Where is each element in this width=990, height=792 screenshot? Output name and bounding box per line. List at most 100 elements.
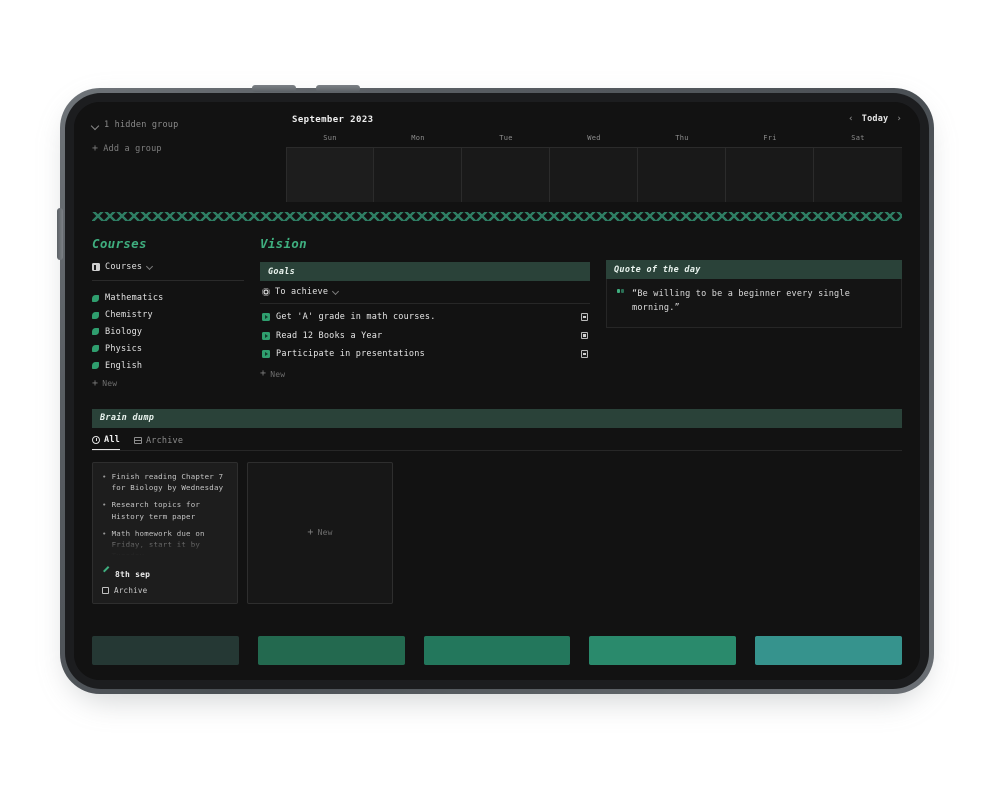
tablet-device: 1 hidden group + Add a group September 2… <box>60 88 934 694</box>
course-label: Chemistry <box>105 310 153 320</box>
sidebar-item-biology[interactable]: Biology <box>92 324 244 341</box>
course-label: English <box>105 361 142 371</box>
leaf-icon <box>92 328 99 335</box>
note-bullet: • Research topics for History term paper <box>102 499 228 522</box>
note-archive-label: Archive <box>114 586 147 595</box>
courses-sidebar: Courses Courses Mathematics Chem <box>92 236 244 389</box>
tile-habit-tracker[interactable] <box>589 636 736 665</box>
tab-archive-label: Archive <box>146 436 183 446</box>
goal-icon <box>262 313 270 321</box>
archive-checkbox[interactable] <box>102 587 109 594</box>
calendar-cells <box>286 147 902 202</box>
courses-database-label: Courses <box>105 262 142 272</box>
tile-study-sessions[interactable] <box>258 636 405 665</box>
calendar-left-controls: 1 hidden group + Add a group <box>92 120 178 168</box>
goal-checkbox[interactable] <box>581 313 589 321</box>
goals-view-selector[interactable]: To achieve <box>260 281 590 304</box>
archive-icon <box>134 437 142 444</box>
tablet-screen: 1 hidden group + Add a group September 2… <box>74 102 920 680</box>
power-button[interactable] <box>57 208 63 260</box>
volume-up-button[interactable] <box>252 85 296 92</box>
calendar-month-title: September 2023 <box>292 115 373 125</box>
sidebar-item-mathematics[interactable]: Mathematics <box>92 290 244 307</box>
goal-checkbox[interactable] <box>581 350 589 358</box>
tile-assignments[interactable] <box>424 636 571 665</box>
goals-list: Get 'A' grade in math courses. Read 12 B… <box>260 304 590 363</box>
calendar-cell[interactable] <box>374 148 462 202</box>
calendar-cell[interactable] <box>550 148 638 202</box>
goal-label: Participate in presentations <box>276 349 581 359</box>
add-course-button[interactable]: + New <box>92 379 244 389</box>
calendar-cell[interactable] <box>814 148 902 202</box>
target-icon <box>262 288 270 296</box>
tab-all-label: All <box>104 435 120 445</box>
calendar-header-zone: 1 hidden group + Add a group September 2… <box>74 102 920 208</box>
chevron-down-icon <box>92 122 99 129</box>
leaf-icon <box>92 295 99 302</box>
tile-notebooks[interactable] <box>92 636 239 665</box>
calendar-navigation: ‹ Today › <box>848 114 902 124</box>
note-bullet-text: Finish reading Chapter 7 for Biology by … <box>112 471 228 494</box>
note-bullet: • Finish reading Chapter 7 for Biology b… <box>102 471 228 494</box>
add-course-label: New <box>102 379 117 388</box>
pen-icon <box>102 570 110 578</box>
tile-book-tracker[interactable] <box>755 636 902 665</box>
add-note-label: New <box>318 528 333 537</box>
brain-dump-cards: • Finish reading Chapter 7 for Biology b… <box>92 451 902 604</box>
main-body: Courses Courses Mathematics Chem <box>74 222 920 389</box>
goal-checkbox[interactable] <box>581 332 589 340</box>
bullet-dot: • <box>102 471 107 494</box>
goal-item[interactable]: Get 'A' grade in math courses. <box>260 308 590 326</box>
hidden-group-label: 1 hidden group <box>104 120 178 130</box>
calendar-cell[interactable] <box>462 148 550 202</box>
calendar-cell[interactable] <box>726 148 814 202</box>
color-tiles-row <box>74 636 920 665</box>
plus-icon: + <box>92 379 98 389</box>
hidden-group-toggle[interactable]: 1 hidden group <box>92 120 178 130</box>
vision-title: Vision <box>260 236 590 251</box>
tab-all[interactable]: All <box>92 435 120 450</box>
app-root: 1 hidden group + Add a group September 2… <box>74 102 920 680</box>
goal-icon <box>262 332 270 340</box>
dayname-sat: Sat <box>814 134 902 147</box>
note-archive-row[interactable]: Archive <box>102 586 228 595</box>
board-icon <box>92 263 100 271</box>
goal-item[interactable]: Participate in presentations <box>260 345 590 363</box>
leaf-icon <box>92 362 99 369</box>
dayname-mon: Mon <box>374 134 462 147</box>
sidebar-item-english[interactable]: English <box>92 357 244 374</box>
prev-week-button[interactable]: ‹ <box>848 114 854 124</box>
add-note-card-button[interactable]: + New <box>247 462 393 604</box>
tab-archive[interactable]: Archive <box>134 436 183 450</box>
courses-database-selector[interactable]: Courses <box>92 262 244 281</box>
quote-spacer <box>606 236 902 260</box>
brain-dump-header: Brain dump <box>92 409 902 428</box>
wavy-divider <box>92 210 902 222</box>
clock-icon <box>92 436 100 444</box>
goal-icon <box>262 350 270 358</box>
calendar-cell[interactable] <box>286 148 374 202</box>
quote-column: Quote of the day “Be willing to be a beg… <box>606 236 902 389</box>
note-card[interactable]: • Finish reading Chapter 7 for Biology b… <box>92 462 238 604</box>
vision-column: Vision Goals To achieve Get 'A' grade in… <box>260 236 590 389</box>
brain-dump-section: Brain dump All Archive <box>74 409 920 604</box>
courses-title: Courses <box>92 236 244 251</box>
calendar-cell[interactable] <box>638 148 726 202</box>
chevron-down-icon <box>147 264 153 270</box>
device-body: 1 hidden group + Add a group September 2… <box>60 88 934 694</box>
note-date: 8th sep <box>115 570 150 579</box>
plus-icon: + <box>260 369 266 379</box>
add-group-button[interactable]: + Add a group <box>92 144 178 154</box>
today-button[interactable]: Today <box>862 114 889 124</box>
dayname-tue: Tue <box>462 134 550 147</box>
volume-down-button[interactable] <box>316 85 360 92</box>
quote-panel-header: Quote of the day <box>606 260 902 279</box>
goal-item[interactable]: Read 12 Books a Year <box>260 326 590 344</box>
quote-icon <box>617 289 625 297</box>
add-goal-label: New <box>270 370 285 379</box>
add-goal-button[interactable]: + New <box>260 369 590 379</box>
note-date-row: 8th sep <box>102 570 228 579</box>
sidebar-item-chemistry[interactable]: Chemistry <box>92 307 244 324</box>
next-week-button[interactable]: › <box>896 114 902 124</box>
sidebar-item-physics[interactable]: Physics <box>92 340 244 357</box>
